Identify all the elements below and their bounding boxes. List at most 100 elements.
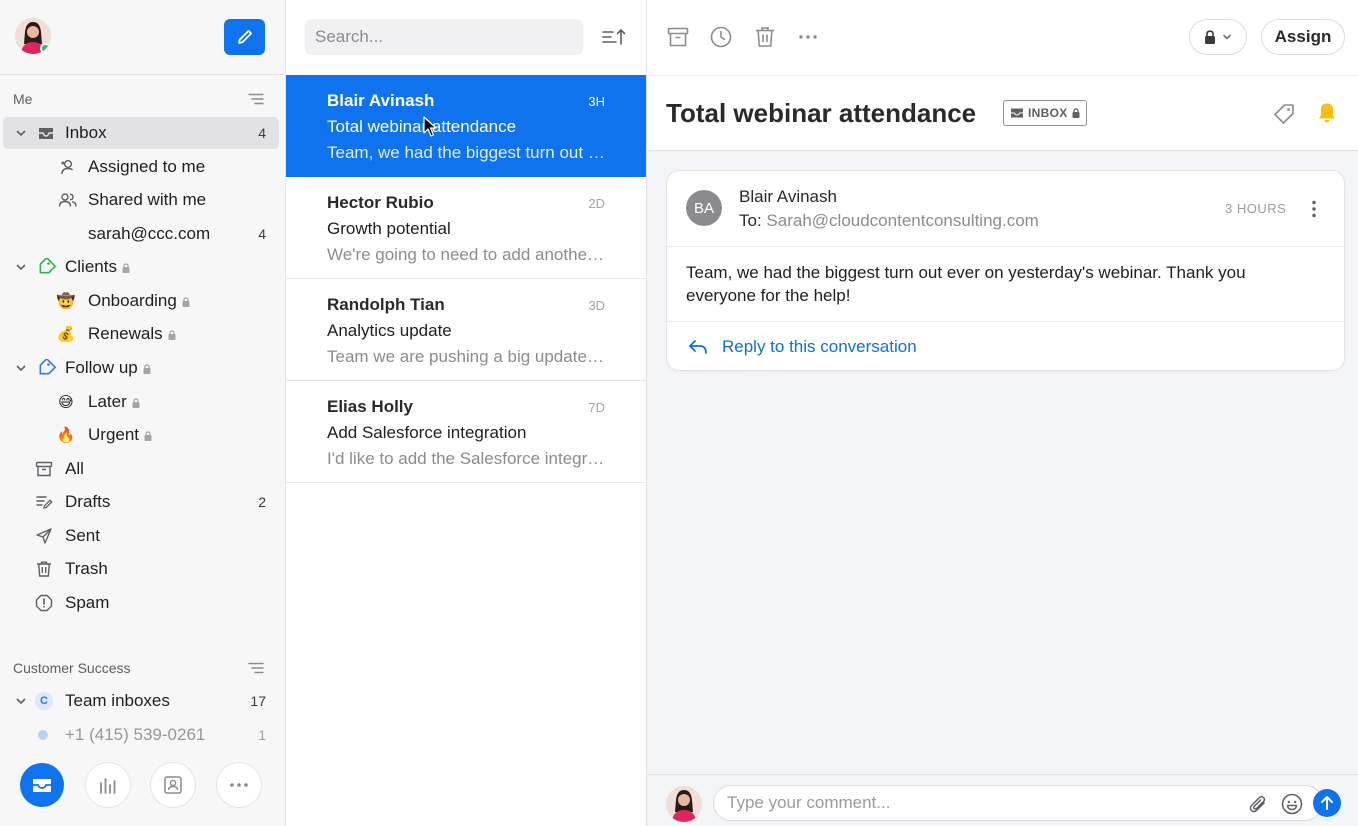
- filter-icon[interactable]: [248, 662, 264, 674]
- filter-icon[interactable]: [248, 93, 264, 105]
- conversation-item-selected[interactable]: Blair Avinash 3H Total webinar attendanc…: [286, 75, 646, 177]
- conversation-subject: Add Salesforce integration: [327, 423, 527, 442]
- bell-icon[interactable]: [1317, 102, 1337, 124]
- sender-avatar[interactable]: BA: [686, 190, 722, 226]
- sidebar-item-drafts[interactable]: Drafts 2: [3, 486, 279, 518]
- sweat-smile-emoji-icon: 😅: [58, 394, 74, 411]
- nav-analytics-button[interactable]: [86, 763, 130, 807]
- lock-icon: [143, 364, 151, 374]
- reply-button[interactable]: Reply to this conversation: [667, 321, 1344, 370]
- conversation-item[interactable]: Randolph Tian 3D Analytics update Team w…: [286, 279, 646, 381]
- sidebar-item-label: sarah@ccc.com: [88, 224, 211, 243]
- sidebar-item-spam[interactable]: Spam: [3, 587, 279, 619]
- user-avatar: [666, 786, 702, 822]
- more-vertical-icon[interactable]: [1306, 199, 1322, 219]
- conversation-time: 3H: [588, 94, 605, 109]
- sidebar-item-label: Clients: [65, 257, 130, 277]
- send-icon: [34, 526, 54, 546]
- sidebar-item-phone-inbox[interactable]: +1 (415) 539-0261 1: [3, 719, 279, 751]
- sidebar-item-urgent[interactable]: 🔥 Urgent: [3, 419, 279, 451]
- sidebar-item-all[interactable]: All: [3, 453, 279, 485]
- compose-button[interactable]: [224, 19, 265, 55]
- trash-icon[interactable]: [753, 25, 777, 49]
- message-time: 3 HOURS: [1225, 201, 1287, 216]
- sidebar-item-follow-up[interactable]: Follow up: [3, 352, 279, 384]
- conversation-detail-pane: Assign Total webinar attendance INBOX BA…: [647, 0, 1358, 826]
- sidebar-item-clients[interactable]: Clients: [3, 251, 279, 283]
- sidebar-item-assigned-to-me[interactable]: Assigned to me: [3, 151, 279, 183]
- lock-icon: [122, 263, 130, 273]
- sidebar-item-sarah-inbox[interactable]: sarah@ccc.com 4: [3, 218, 279, 250]
- comment-composer: [647, 774, 1358, 826]
- emoji-icon[interactable]: [1281, 793, 1303, 815]
- tag-icon[interactable]: [1273, 103, 1295, 125]
- chevron-down-icon[interactable]: [14, 694, 28, 708]
- chevron-down-icon[interactable]: [14, 260, 28, 274]
- sidebar-item-onboarding[interactable]: 🤠 Onboarding: [3, 285, 279, 317]
- lock-icon: [144, 431, 152, 441]
- chevron-down-icon: [1222, 34, 1232, 40]
- comment-input[interactable]: [713, 785, 1323, 821]
- assign-button[interactable]: Assign: [1261, 19, 1345, 55]
- paperclip-icon[interactable]: [1248, 793, 1268, 815]
- tag-icon: [36, 257, 56, 277]
- me-section-heading: Me: [13, 91, 33, 107]
- sidebar-item-renewals[interactable]: 💰 Renewals: [3, 318, 279, 350]
- mouse-cursor-icon: [423, 116, 437, 137]
- user-avatar[interactable]: [15, 18, 51, 54]
- inbox-tag-label: INBOX: [1028, 106, 1068, 120]
- snooze-clock-icon[interactable]: [709, 25, 733, 49]
- sidebar-item-label: Spam: [65, 593, 110, 612]
- pencil-icon: [237, 30, 252, 44]
- more-horizontal-icon[interactable]: [796, 25, 820, 49]
- sidebar: Me Inbox 4 Assigned to me Shared with me…: [0, 0, 286, 826]
- sidebar-item-sent[interactable]: Sent: [3, 520, 279, 552]
- lock-icon: [1072, 108, 1080, 118]
- sort-icon[interactable]: [602, 28, 626, 46]
- unread-count: 17: [250, 693, 266, 709]
- conversation-sender: Elias Holly: [327, 397, 413, 416]
- message-body: Team, we had the biggest turn out ever o…: [686, 263, 1246, 305]
- privacy-lock-dropdown[interactable]: [1189, 19, 1247, 55]
- team-badge-icon: C: [35, 692, 53, 710]
- sidebar-item-label: Renewals: [88, 324, 176, 344]
- search-input[interactable]: [305, 19, 583, 55]
- analytics-bars-icon: [100, 778, 116, 794]
- nav-inbox-button[interactable]: [20, 763, 64, 807]
- draft-count: 2: [258, 494, 266, 510]
- more-horizontal-icon: [230, 783, 248, 787]
- conversation-item[interactable]: Hector Rubio 2D Growth potential We're g…: [286, 177, 646, 279]
- conversation-title: Total webinar attendance: [666, 98, 977, 128]
- fire-emoji-icon: 🔥: [56, 427, 76, 444]
- conversation-subject: Analytics update: [327, 321, 452, 340]
- sidebar-item-trash[interactable]: Trash: [3, 553, 279, 585]
- spam-alert-icon: [34, 593, 54, 613]
- conversation-preview: We're going to need to add another seat …: [327, 245, 607, 264]
- subject-bar: Total webinar attendance INBOX: [647, 75, 1358, 151]
- nav-more-button[interactable]: [217, 763, 261, 807]
- nav-contacts-button[interactable]: [151, 763, 195, 807]
- sidebar-item-label: Team inboxes: [65, 691, 170, 710]
- sidebar-item-later[interactable]: 😅 Later: [3, 386, 279, 418]
- chevron-down-icon[interactable]: [14, 361, 28, 375]
- cowboy-emoji-icon: 🤠: [56, 293, 76, 310]
- conversation-list-pane: Blair Avinash 3H Total webinar attendanc…: [286, 0, 647, 826]
- send-comment-button[interactable]: [1313, 789, 1341, 817]
- sidebar-item-inbox[interactable]: Inbox 4: [3, 117, 279, 149]
- sidebar-item-label: +1 (415) 539-0261: [65, 725, 206, 744]
- conversation-item[interactable]: Elias Holly 7D Add Salesforce integratio…: [286, 381, 646, 483]
- lock-icon: [1205, 30, 1215, 44]
- unread-count: 1: [258, 727, 266, 743]
- sidebar-item-label: Later: [88, 392, 140, 412]
- online-status-dot: [40, 43, 51, 54]
- archive-icon: [34, 459, 54, 479]
- chevron-down-icon[interactable]: [14, 126, 28, 140]
- sidebar-item-shared-with-me[interactable]: Shared with me: [3, 184, 279, 216]
- conversation-sender: Randolph Tian: [327, 295, 445, 314]
- sidebar-item-team-inboxes[interactable]: C Team inboxes 17: [3, 685, 279, 717]
- archive-icon[interactable]: [666, 25, 690, 49]
- sidebar-item-label: Onboarding: [88, 291, 190, 311]
- inbox-tag-badge[interactable]: INBOX: [1003, 100, 1087, 126]
- sidebar-item-label: Shared with me: [88, 190, 207, 209]
- conversation-time: 3D: [588, 298, 605, 313]
